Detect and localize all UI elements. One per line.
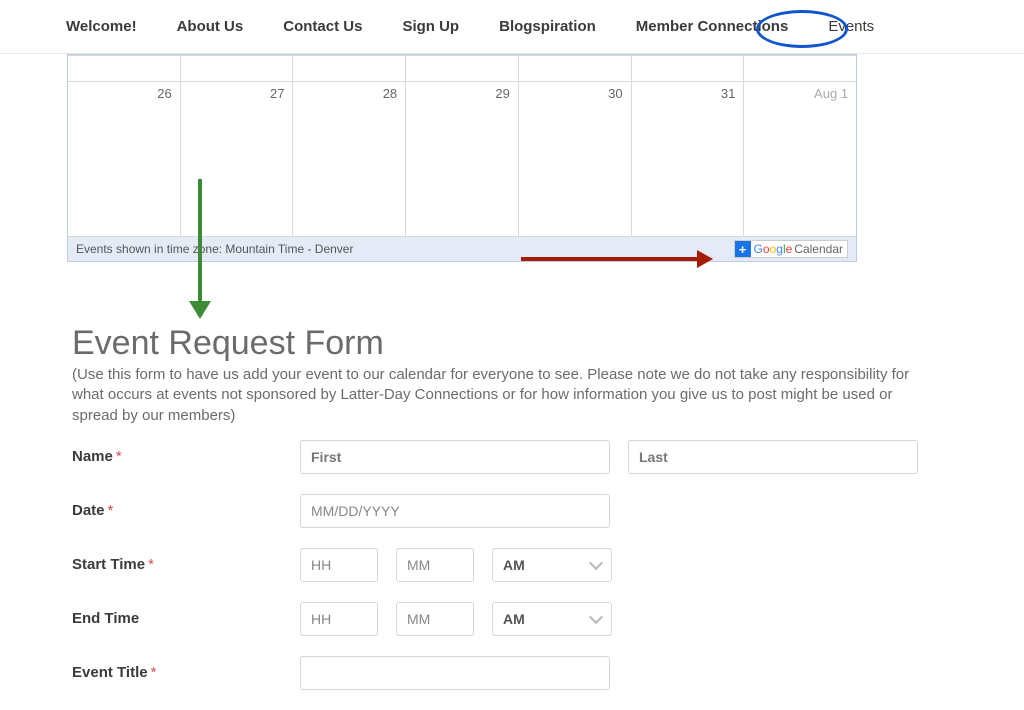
page-content: 26 27 28 29 30 31 Aug 1 Events shown in … [0, 54, 1024, 690]
first-name-input[interactable] [300, 440, 610, 474]
select-value: AM [503, 611, 525, 627]
event-request-form: Name* Date* Start Time* AM End Time [72, 440, 958, 690]
calendar-day-cell[interactable]: Aug 1 [743, 81, 856, 236]
chevron-down-icon [589, 556, 603, 570]
select-value: AM [503, 557, 525, 573]
google-calendar-text: Calendar [794, 242, 843, 256]
google-logo: Google [754, 242, 793, 256]
calendar-day-cell[interactable]: 30 [518, 81, 631, 236]
calendar-date: 29 [495, 86, 509, 101]
label-event-title: Event Title* [72, 664, 300, 681]
nav-events[interactable]: Events [828, 18, 874, 35]
calendar-day-cell[interactable]: 28 [292, 81, 405, 236]
nav-about-us[interactable]: About Us [177, 18, 244, 35]
calendar-day-cell[interactable]: 29 [405, 81, 518, 236]
calendar-prev-week-cell[interactable] [631, 55, 744, 81]
calendar-date: 27 [270, 86, 284, 101]
nav-blogspiration[interactable]: Blogspiration [499, 18, 596, 35]
last-name-input[interactable] [628, 440, 918, 474]
calendar-date: 31 [721, 86, 735, 101]
calendar-date: 28 [383, 86, 397, 101]
label-end-time: End Time [72, 610, 300, 627]
top-nav: Welcome! About Us Contact Us Sign Up Blo… [0, 0, 1024, 54]
calendar-day-cell[interactable]: 27 [180, 81, 293, 236]
label-name: Name* [72, 448, 300, 465]
calendar-day-cell[interactable]: 26 [68, 81, 180, 236]
calendar-prev-week-cell[interactable] [180, 55, 293, 81]
start-time-mm-input[interactable] [396, 548, 474, 582]
calendar-date: 30 [608, 86, 622, 101]
form-title: Event Request Form [72, 324, 958, 363]
nav-contact-us[interactable]: Contact Us [283, 18, 362, 35]
calendar-day-cell[interactable]: 31 [631, 81, 744, 236]
calendar-prev-week-cell[interactable] [292, 55, 405, 81]
start-time-ampm-select[interactable]: AM [492, 548, 612, 582]
calendar-prev-week-cell[interactable] [743, 55, 856, 81]
calendar-prev-week-cell[interactable] [68, 55, 180, 81]
form-description: (Use this form to have us add your event… [72, 365, 932, 426]
end-time-hh-input[interactable] [300, 602, 378, 636]
plus-icon: + [735, 241, 751, 257]
calendar-date: 26 [157, 86, 171, 101]
nav-sign-up[interactable]: Sign Up [402, 18, 459, 35]
calendar-footer: Events shown in time zone: Mountain Time… [68, 236, 856, 261]
end-time-ampm-select[interactable]: AM [492, 602, 612, 636]
calendar-prev-week-cell[interactable] [405, 55, 518, 81]
timezone-note: Events shown in time zone: Mountain Time… [76, 242, 353, 256]
label-date: Date* [72, 502, 300, 519]
date-input[interactable] [300, 494, 610, 528]
label-start-time: Start Time* [72, 556, 300, 573]
end-time-mm-input[interactable] [396, 602, 474, 636]
start-time-hh-input[interactable] [300, 548, 378, 582]
chevron-down-icon [589, 610, 603, 624]
calendar-date: Aug 1 [814, 86, 848, 101]
event-title-input[interactable] [300, 656, 610, 690]
calendar-prev-week-cell[interactable] [518, 55, 631, 81]
nav-member-connections[interactable]: Member Connections [636, 18, 789, 35]
nav-welcome[interactable]: Welcome! [66, 18, 137, 35]
add-to-google-calendar-button[interactable]: + Google Calendar [734, 240, 848, 258]
calendar: 26 27 28 29 30 31 Aug 1 Events shown in … [67, 54, 857, 262]
